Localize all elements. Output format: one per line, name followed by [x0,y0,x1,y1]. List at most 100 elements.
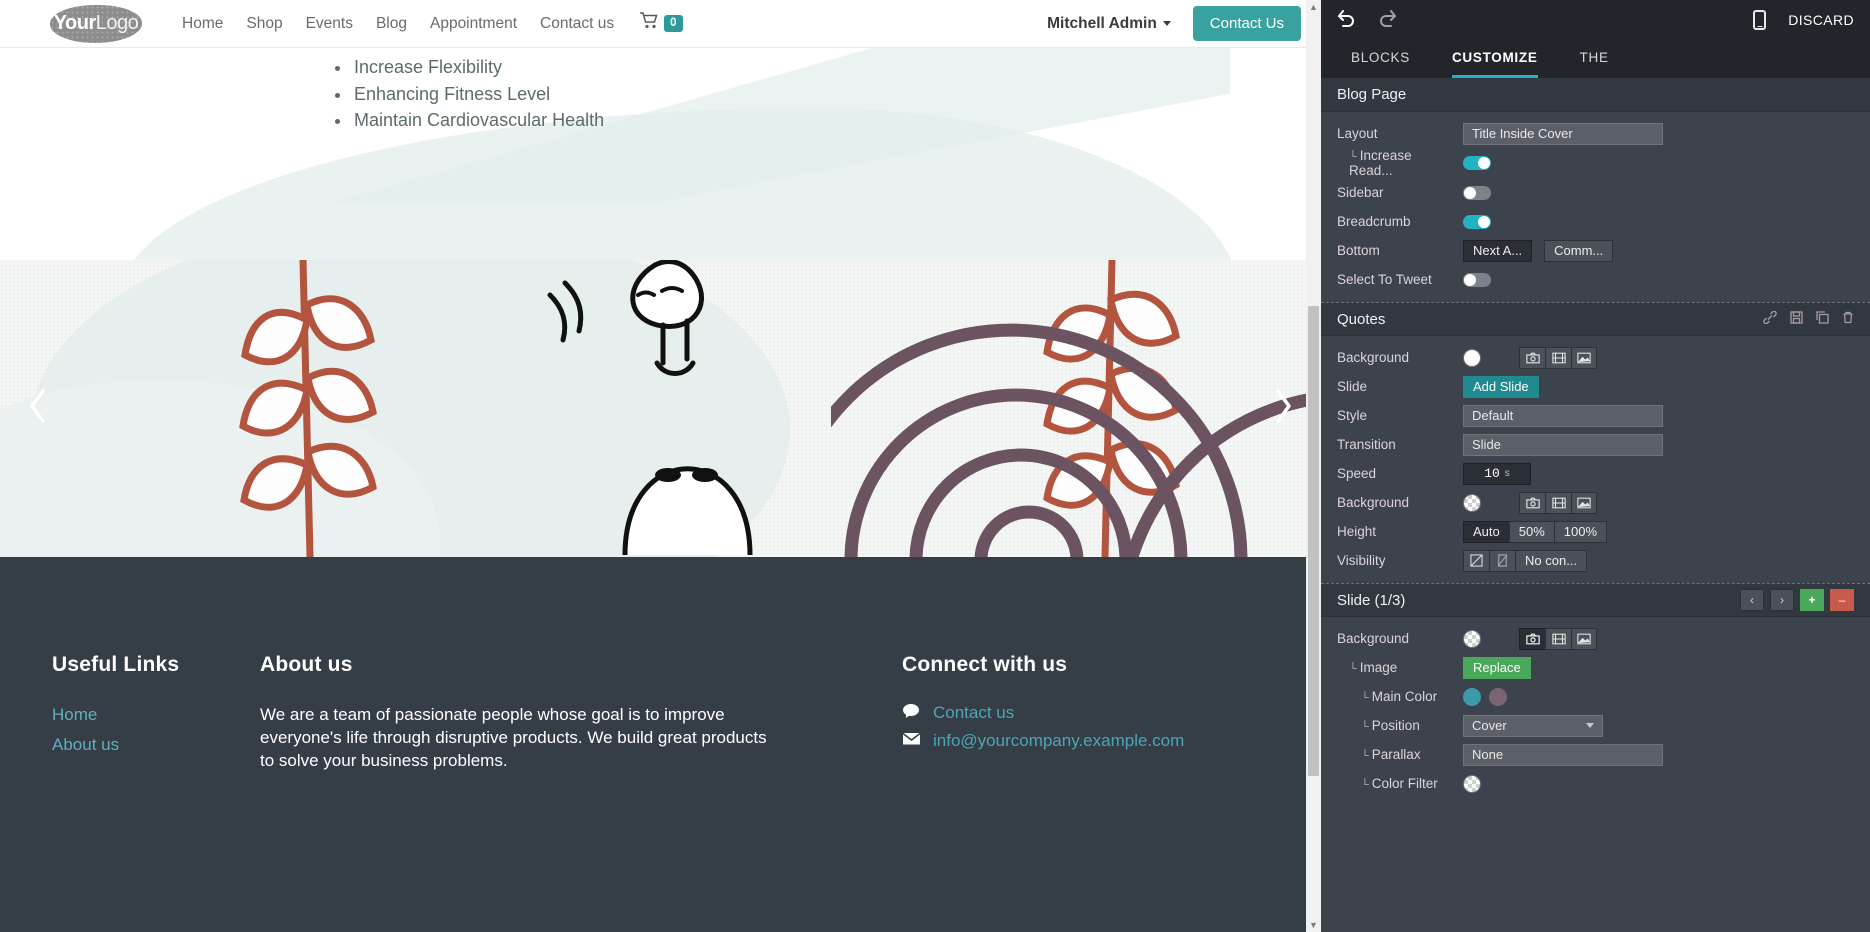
breadcrumb-toggle[interactable] [1463,214,1491,229]
add-slide-button[interactable]: Add Slide [1463,375,1539,398]
cart-button[interactable]: 0 [639,12,683,35]
article-content-strip: Increase Flexibility Enhancing Fitness L… [0,48,1321,260]
main-color-swatch-teal[interactable] [1463,687,1481,706]
footer-link-home[interactable]: Home [52,703,260,726]
select-to-tweet-label: Select To Tweet [1337,272,1432,287]
tab-blocks[interactable]: BLOCKS [1351,40,1410,78]
layout-select[interactable]: Title Inside Cover [1463,122,1663,145]
site-logo[interactable]: Your Logo [50,4,142,43]
parallax-value: None [1472,747,1504,762]
tree-branch-icon: └ [1361,721,1369,733]
height-auto-button[interactable]: Auto [1463,520,1509,543]
camera-icon[interactable] [1519,627,1545,650]
slide-next-button[interactable]: › [1770,589,1794,611]
carousel-prev-button[interactable] [26,386,50,432]
slide-background-swatch[interactable] [1463,629,1481,648]
camera-icon[interactable] [1519,491,1545,514]
select-to-tweet-toggle[interactable] [1463,272,1491,287]
bottom-next-article-button[interactable]: Next A... [1463,239,1533,262]
video-icon[interactable] [1545,491,1571,514]
trash-icon[interactable] [1842,311,1854,327]
nav-item-shop[interactable]: Shop [246,15,282,33]
quotes-carousel[interactable]: “ "Yoga Is the journey of the self, too … [0,260,1321,557]
image-icon[interactable] [1571,491,1597,514]
redo-icon[interactable] [1378,10,1397,30]
carousel-next-button[interactable] [1271,386,1295,432]
option-row-image: └ Image Replace [1321,653,1870,682]
save-icon[interactable] [1790,311,1803,327]
sidebar-toggle[interactable] [1463,185,1491,200]
camera-icon[interactable] [1519,346,1545,369]
shopping-cart-icon [639,12,659,35]
option-row-parallax: └ Parallax None [1321,740,1870,769]
website-scrollbar[interactable]: ▲ ▼ [1306,0,1321,932]
slide-prev-button[interactable]: ‹ [1740,589,1764,611]
image-icon[interactable] [1571,346,1597,369]
scrollbar-track[interactable] [1306,14,1321,918]
footer-about-title: About us [260,653,353,676]
height-100-button[interactable]: 100% [1553,520,1608,543]
tab-theme[interactable]: THE [1580,40,1609,78]
transition-select[interactable]: Slide [1463,433,1663,456]
video-icon[interactable] [1545,346,1571,369]
nav-item-blog[interactable]: Blog [376,15,407,33]
mobile-preview-icon[interactable] [1753,10,1767,30]
remove-slide-icon[interactable]: – [1830,589,1854,611]
visibility-condition-button[interactable]: No con... [1515,549,1588,572]
site-navbar: Your Logo Home Shop Events Blog Appointme… [0,0,1321,48]
footer-connect: Connect with us Contact us info@yourcomp… [902,653,1184,772]
speed-label: Speed [1337,466,1377,481]
main-color-swatch-mauve[interactable] [1489,687,1507,706]
nav-item-home[interactable]: Home [182,15,223,33]
background-label: Background [1337,350,1410,365]
contact-us-cta-button[interactable]: Contact Us [1192,6,1301,41]
cart-count-badge: 0 [664,15,683,32]
hide-icon[interactable] [1489,549,1515,572]
footer-contact-row: Contact us [902,703,1184,723]
background2-color-swatch[interactable] [1463,493,1481,512]
option-row-quotes-background2: Background [1321,488,1870,517]
tab-customize[interactable]: CUSTOMIZE [1451,40,1538,78]
style-label: Style [1337,408,1368,423]
position-select[interactable]: Cover [1463,714,1603,737]
footer-contact-us-link[interactable]: Contact us [933,703,1014,723]
parallax-label: └ Parallax [1361,747,1421,762]
visibility-label: Visibility [1337,553,1386,568]
nav-item-appointment[interactable]: Appointment [430,15,517,33]
style-select[interactable]: Default [1463,404,1663,427]
link-icon[interactable] [1763,310,1777,327]
option-row-sidebar: Sidebar [1321,178,1870,207]
layout-value: Title Inside Cover [1472,126,1573,141]
editor-tabs: BLOCKS CUSTOMIZE THE [1321,40,1870,78]
video-icon[interactable] [1545,627,1571,650]
footer-link-about-us[interactable]: About us [52,733,260,756]
position-label: └ Position [1361,718,1420,733]
color-filter-swatch[interactable] [1463,774,1481,793]
duplicate-icon[interactable] [1816,311,1829,327]
nav-item-events[interactable]: Events [306,15,353,33]
discard-button[interactable]: DISCARD [1788,12,1854,28]
undo-icon[interactable] [1337,10,1356,30]
nav-item-contact-us[interactable]: Contact us [540,15,614,33]
footer-useful-links-title: Useful Links [52,653,180,676]
visibility-button-group: No con... [1463,549,1588,572]
scrollbar-thumb[interactable] [1308,306,1319,776]
footer-email-link[interactable]: info@yourcompany.example.com [933,731,1184,751]
tree-branch-icon: └ [1361,779,1369,791]
add-slide-plus-icon[interactable]: + [1800,589,1824,611]
show-icon[interactable] [1463,549,1489,572]
background-color-swatch[interactable] [1463,348,1481,367]
increase-read-toggle[interactable] [1463,156,1491,170]
speed-input[interactable]: 10 s [1463,462,1531,485]
height-50-button[interactable]: 50% [1508,520,1554,543]
chevron-down-icon [1586,723,1594,728]
bottom-comments-button[interactable]: Comm... [1544,239,1614,262]
scroll-down-arrow[interactable]: ▼ [1309,918,1318,932]
color-filter-label: └ Color Filter [1361,776,1438,791]
image-icon[interactable] [1571,627,1597,650]
replace-image-button[interactable]: Replace [1463,656,1531,679]
option-row-select-to-tweet: Select To Tweet [1321,265,1870,294]
user-menu[interactable]: Mitchell Admin [1047,15,1171,33]
scroll-up-arrow[interactable]: ▲ [1309,0,1318,14]
parallax-select[interactable]: None [1463,743,1663,766]
